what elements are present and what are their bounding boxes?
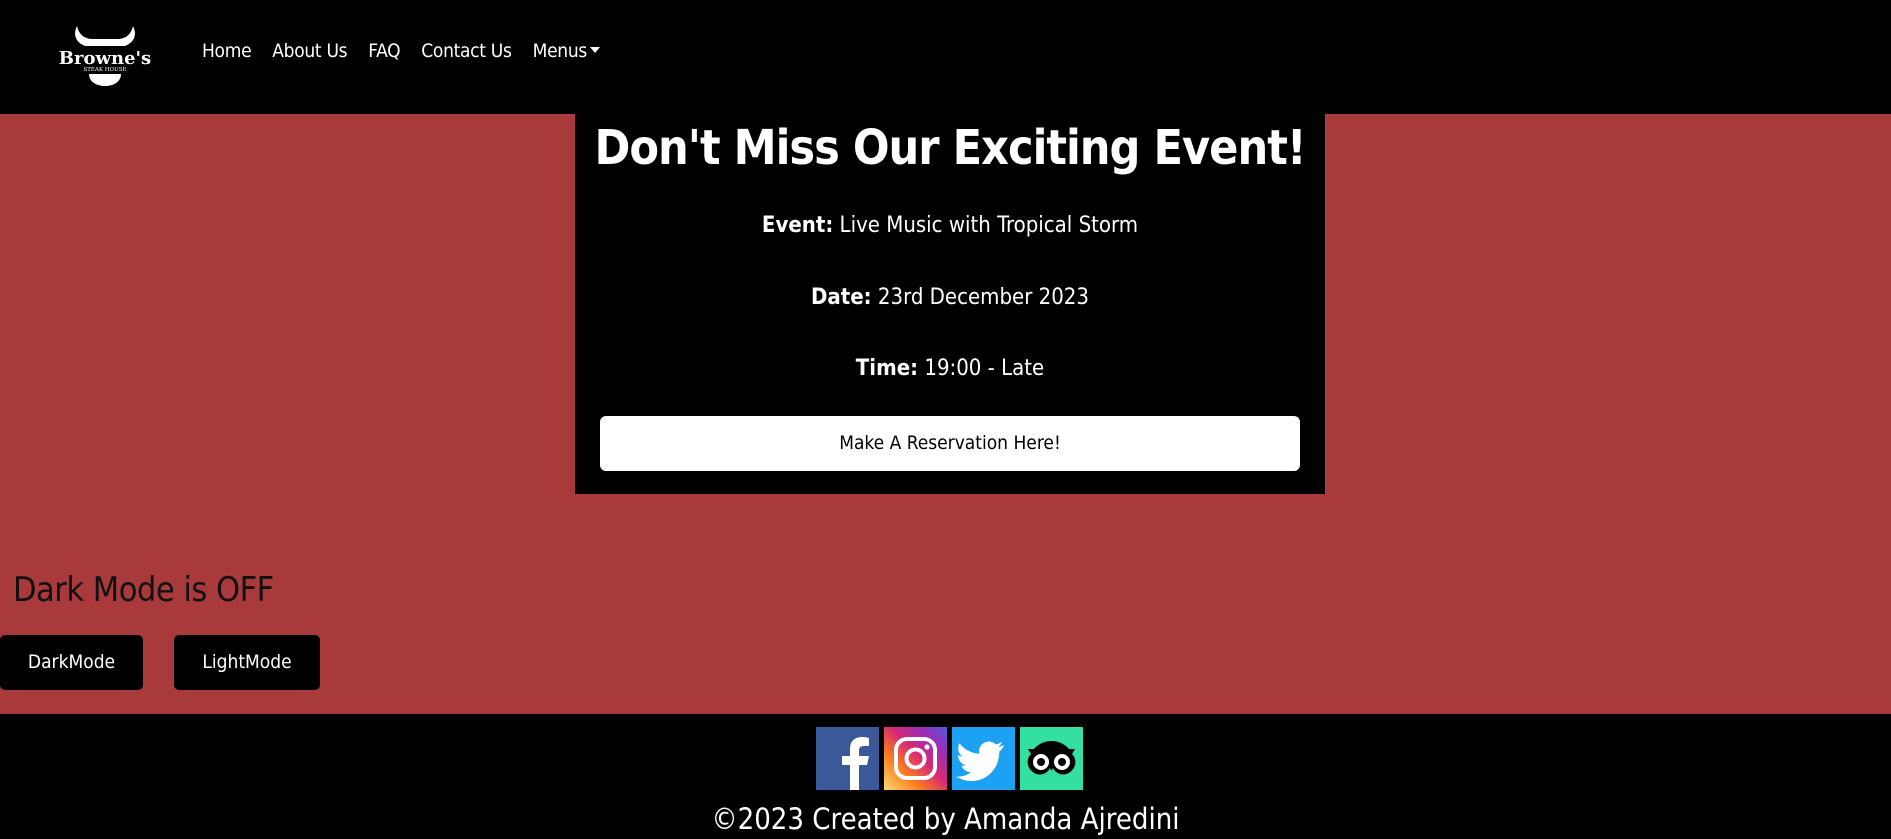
instagram-icon[interactable] <box>884 727 947 790</box>
nav-home[interactable]: Home <box>202 40 252 62</box>
nav-about-us[interactable]: About Us <box>272 40 347 62</box>
event-title: Don't Miss Our Exciting Event! <box>594 120 1306 176</box>
nav-links: Home About Us FAQ Contact Us Menus <box>202 40 621 62</box>
svg-text:STEAK HOUSE: STEAK HOUSE <box>83 67 126 73</box>
date-value: 23rd December 2023 <box>877 285 1089 310</box>
event-name-line: Event: Live Music with Tropical Storm <box>575 213 1325 238</box>
caret-down-icon <box>590 46 600 53</box>
dark-mode-button[interactable]: DarkMode <box>0 635 143 690</box>
navbar: Browne's STEAK HOUSE Home About Us FAQ C… <box>0 0 1891 114</box>
make-reservation-button[interactable]: Make A Reservation Here! <box>600 416 1300 471</box>
event-date-line: Date: 23rd December 2023 <box>575 285 1325 310</box>
facebook-icon[interactable] <box>816 727 879 790</box>
svg-text:Browne's: Browne's <box>59 48 151 69</box>
nav-faq[interactable]: FAQ <box>368 40 400 62</box>
nav-menus-dropdown[interactable]: Menus <box>533 40 600 62</box>
time-value: 19:00 - Late <box>924 356 1045 381</box>
event-label: Event: <box>761 213 834 238</box>
time-label: Time: <box>855 356 919 381</box>
dark-mode-status: Dark Mode is OFF <box>13 570 274 610</box>
nav-menus-label: Menus <box>532 40 588 62</box>
footer: ©2023 Created by Amanda Ajredini <box>0 714 1891 839</box>
tripadvisor-icon[interactable] <box>1020 727 1083 790</box>
date-label: Date: <box>811 285 872 310</box>
event-time-line: Time: 19:00 - Late <box>575 356 1325 381</box>
event-value: Live Music with Tropical Storm <box>839 213 1139 238</box>
twitter-icon[interactable] <box>952 727 1015 790</box>
copyright-text: ©2023 Created by Amanda Ajredini <box>711 802 1180 836</box>
event-card: Don't Miss Our Exciting Event! Event: Li… <box>575 114 1325 494</box>
light-mode-button[interactable]: LightMode <box>174 635 320 690</box>
nav-contact-us[interactable]: Contact Us <box>421 40 512 62</box>
brownes-steakhouse-logo[interactable]: Browne's STEAK HOUSE <box>55 20 155 88</box>
